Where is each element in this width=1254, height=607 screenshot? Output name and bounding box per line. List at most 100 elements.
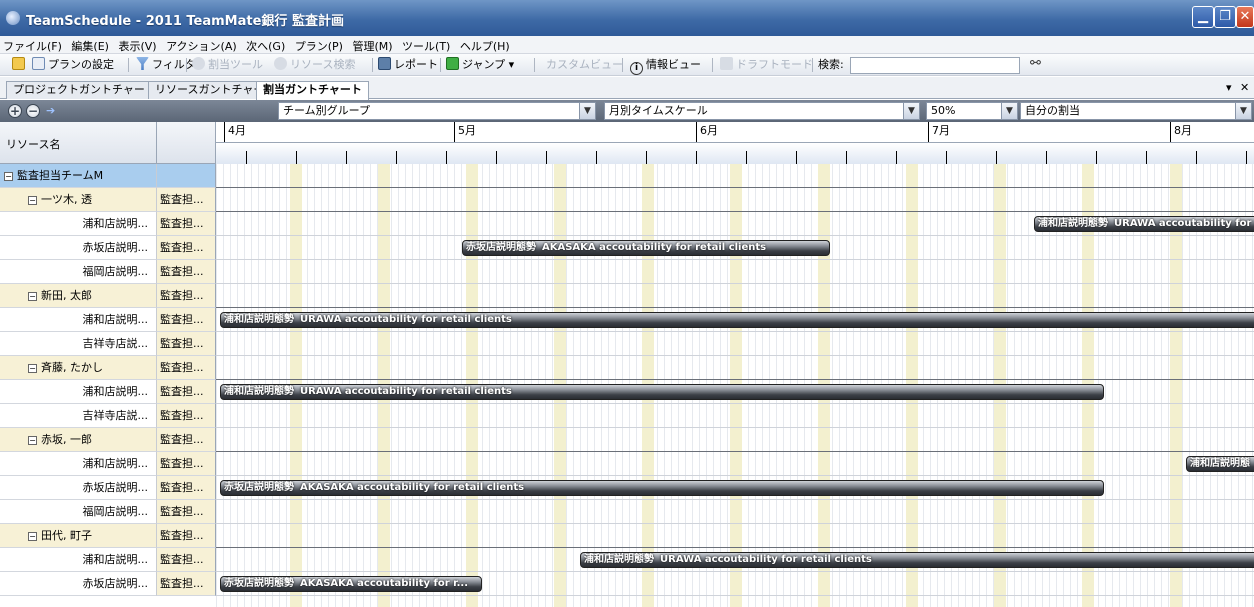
timescale-select[interactable]: 月別タイムスケール ▼	[604, 102, 920, 120]
group-select[interactable]: チーム別グループ ▼	[278, 102, 596, 120]
menu-tools[interactable]: ツール(T)	[399, 36, 453, 54]
minimize-button[interactable]: ▁	[1192, 6, 1214, 28]
week-tick	[396, 151, 397, 164]
resource-row[interactable]: − 斉藤, たかし 監査担...	[0, 356, 216, 380]
open-folder-button[interactable]	[12, 57, 28, 73]
resource-row[interactable]: 赤坂店説明... 監査担...	[0, 572, 216, 596]
resource-name-cell[interactable]: 浦和店説明...	[0, 380, 157, 404]
resource-name-cell[interactable]: − 田代, 町子	[0, 524, 157, 548]
resource-name-cell[interactable]: 福岡店説明...	[0, 260, 157, 284]
menu-file[interactable]: ファイル(F)	[0, 36, 65, 54]
resource-name-cell[interactable]: 浦和店説明...	[0, 452, 157, 476]
menu-go[interactable]: 次へ(G)	[243, 36, 288, 54]
report-button[interactable]: レポート	[378, 57, 438, 73]
collapse-toggle-icon[interactable]: −	[28, 292, 37, 301]
restore-button[interactable]: ❐	[1214, 6, 1236, 28]
resource-row[interactable]: − 監査担当チームM	[0, 164, 216, 188]
zoom-select[interactable]: 50% ▼	[926, 102, 1018, 120]
menu-admin[interactable]: 管理(M)	[349, 36, 395, 54]
resource-name-cell[interactable]: 赤坂店説明...	[0, 476, 157, 500]
resource-name-cell[interactable]: 吉祥寺店説...	[0, 404, 157, 428]
resource-name-cell[interactable]: 浦和店説明...	[0, 212, 157, 236]
resource-name-cell[interactable]: 福岡店説明...	[0, 500, 157, 524]
resource-row[interactable]: 赤坂店説明... 監査担...	[0, 236, 216, 260]
collapse-toggle-icon[interactable]: −	[28, 532, 37, 541]
tab-dropdown-icon[interactable]: ▾	[1226, 81, 1232, 94]
assignment-bar[interactable]: 浦和店説明態勢 URAWA accoutability for retail cl…	[220, 384, 1104, 400]
draft-icon	[720, 57, 733, 70]
collapse-toggle-icon[interactable]: −	[28, 436, 37, 445]
collapse-toggle-icon[interactable]: −	[4, 172, 13, 181]
week-tick	[546, 151, 547, 164]
tab-project-gantt[interactable]: プロジェクトガントチャート	[6, 81, 163, 99]
week-tick	[446, 151, 447, 164]
resource-row[interactable]: 吉祥寺店説... 監査担...	[0, 332, 216, 356]
assignment-bar[interactable]: 浦和店説明態勢 URAWA accoutability for retail cl…	[220, 312, 1254, 328]
resource-search-button[interactable]: リソース検索	[274, 57, 355, 73]
menu-edit[interactable]: 編集(E)	[68, 36, 112, 54]
resource-row[interactable]: 浦和店説明... 監査担...	[0, 308, 216, 332]
resource-name-label: 福岡店説明...	[82, 265, 149, 278]
collapse-all-icon[interactable]: −	[26, 104, 40, 118]
resource-row[interactable]: 浦和店説明... 監査担...	[0, 452, 216, 476]
tab-assignment-gantt[interactable]: 割当ガントチャート	[256, 81, 369, 100]
collapse-toggle-icon[interactable]: −	[28, 196, 37, 205]
resource-name-cell[interactable]: 吉祥寺店説...	[0, 332, 157, 356]
resource-row[interactable]: 福岡店説明... 監査担...	[0, 500, 216, 524]
draft-mode-button[interactable]: ドラフトモード	[720, 57, 813, 73]
collapse-toggle-icon[interactable]: −	[28, 364, 37, 373]
resource-row[interactable]: 浦和店説明... 監査担...	[0, 212, 216, 236]
resource-name-header[interactable]: リソース名	[6, 136, 60, 152]
app-icon	[6, 11, 20, 25]
assignment-bar[interactable]: 赤坂店説明態勢 AKASAKA accoutability for retail …	[220, 480, 1104, 496]
assignment-bar[interactable]: 赤坂店説明態勢 AKASAKA accoutability for retail …	[462, 240, 830, 256]
menu-action[interactable]: アクション(A)	[163, 36, 240, 54]
plan-settings-button[interactable]: プランの設定	[32, 57, 114, 73]
info-view-button[interactable]: i 情報ビュー	[630, 57, 701, 75]
menu-plan[interactable]: プラン(P)	[292, 36, 346, 54]
resource-row[interactable]: − 一ツ木, 透監査担...	[0, 188, 216, 212]
resource-row[interactable]: − 赤坂, 一郎 監査担...	[0, 428, 216, 452]
search-input[interactable]	[850, 57, 1020, 74]
week-tick	[1146, 151, 1147, 164]
resource-row[interactable]: 浦和店説明... 監査担...	[0, 380, 216, 404]
resource-row[interactable]: 吉祥寺店説... 監査担...	[0, 404, 216, 428]
resource-row[interactable]: 赤坂店説明... 監査担...	[0, 476, 216, 500]
row-divider	[216, 331, 1254, 332]
assignment-select[interactable]: 自分の割当 ▼	[1020, 102, 1252, 120]
binoculars-icon[interactable]: ⚯	[1030, 56, 1041, 71]
tab-close-icon[interactable]: ✕	[1240, 81, 1249, 94]
menu-help[interactable]: ヘルプ(H)	[457, 36, 513, 54]
resource-name-label: 福岡店説明...	[82, 505, 149, 518]
close-button[interactable]: ✕	[1236, 6, 1254, 28]
resource-row[interactable]: − 新田, 太郎 監査担...	[0, 284, 216, 308]
resource-name-cell[interactable]: − 新田, 太郎	[0, 284, 157, 308]
arrow-right-icon[interactable]: ➔	[46, 104, 55, 117]
jump-button[interactable]: ジャンプ ▾	[446, 57, 514, 73]
resource-name-cell[interactable]: − 赤坂, 一郎	[0, 428, 157, 452]
allocation-tool-button[interactable]: 割当ツール	[192, 57, 263, 73]
week-tick	[1246, 151, 1247, 164]
assignment-bar-name: 赤坂店説明態勢	[466, 242, 536, 253]
custom-view-button[interactable]: カスタムビュー	[546, 57, 623, 73]
resource-name-cell[interactable]: − 斉藤, たかし	[0, 356, 157, 380]
assignment-bar[interactable]: 浦和店説明態	[1186, 456, 1254, 472]
resource-name-cell[interactable]: 赤坂店説明...	[0, 236, 157, 260]
resource-name-cell[interactable]: 赤坂店説明...	[0, 572, 157, 596]
resource-name-label: 一ツ木, 透	[41, 193, 92, 206]
resource-name-cell[interactable]: 浦和店説明...	[0, 308, 157, 332]
resource-name-cell[interactable]: − 一ツ木, 透	[0, 188, 157, 212]
resource-name-cell[interactable]: − 監査担当チームM	[0, 164, 157, 188]
row-divider	[216, 211, 1254, 212]
resource-row[interactable]: 浦和店説明... 監査担...	[0, 548, 216, 572]
assignment-bar[interactable]: 赤坂店説明態勢 AKASAKA accoutability for r...	[220, 576, 482, 592]
assignment-bar[interactable]: 浦和店説明態勢 URAWA accoutability for retail cl…	[580, 552, 1254, 568]
resource-row[interactable]: − 田代, 町子 監査担...	[0, 524, 216, 548]
resource-row[interactable]: 福岡店説明... 監査担...	[0, 260, 216, 284]
resource-name-cell[interactable]: 浦和店説明...	[0, 548, 157, 572]
assignment-bar[interactable]: 浦和店説明態勢 URAWA accoutability for retail cl…	[1034, 216, 1254, 232]
week-tick	[646, 151, 647, 164]
expand-all-icon[interactable]: +	[8, 104, 22, 118]
menu-view[interactable]: 表示(V)	[115, 36, 159, 54]
week-tick	[596, 151, 597, 164]
